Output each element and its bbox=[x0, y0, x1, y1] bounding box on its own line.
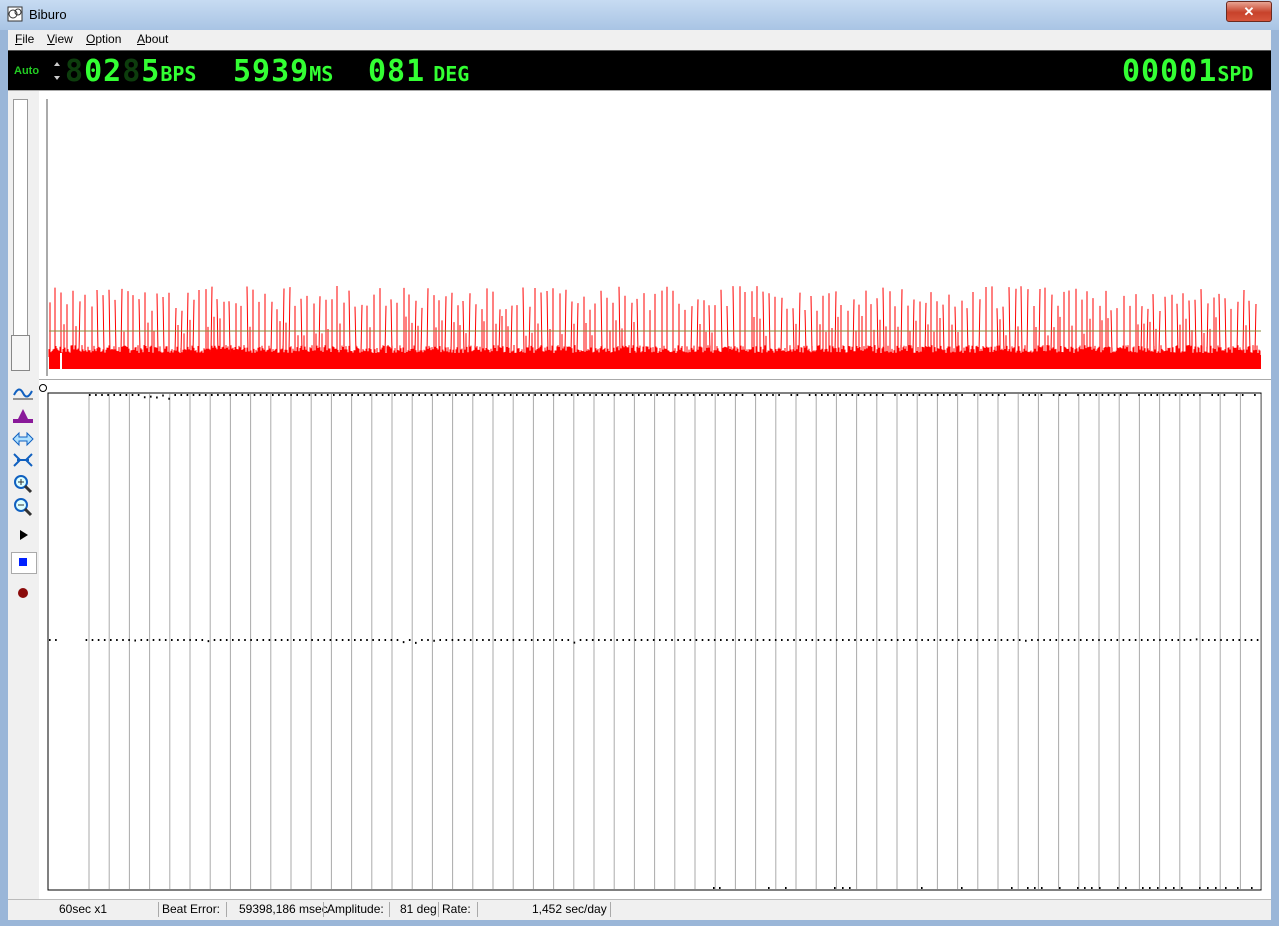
mode-spinner-icon[interactable] bbox=[53, 60, 61, 82]
lcd-display: Auto 80285BPS 5939MS 081 DEG 00001SPD bbox=[8, 50, 1271, 91]
compress-button[interactable] bbox=[11, 450, 35, 470]
play-button[interactable] bbox=[11, 525, 35, 545]
expand-button[interactable] bbox=[11, 429, 35, 449]
waveform-signal bbox=[48, 286, 1261, 357]
amplitude-label: Amplitude: bbox=[323, 902, 384, 917]
window-title: Biburo bbox=[29, 7, 67, 22]
slider-track[interactable] bbox=[13, 99, 28, 371]
beat-error-label: Beat Error: bbox=[158, 902, 220, 917]
timegrapher-pane bbox=[39, 379, 1271, 900]
zoom-in-icon bbox=[14, 475, 33, 494]
play-icon bbox=[20, 530, 28, 540]
timegrapher-plot bbox=[39, 384, 1262, 891]
threshold-icon bbox=[13, 409, 33, 423]
close-button[interactable]: ✕ bbox=[1226, 1, 1272, 22]
waveform-icon bbox=[13, 388, 33, 400]
menu-view[interactable]: View bbox=[47, 32, 73, 46]
waveform-plot bbox=[46, 99, 1261, 376]
menu-about[interactable]: About bbox=[137, 32, 168, 46]
record-button[interactable] bbox=[11, 583, 35, 603]
auto-mode-label[interactable]: Auto bbox=[14, 65, 39, 77]
rate-value: 1,452 sec/day bbox=[477, 902, 611, 917]
deg-readout: 081 DEG bbox=[368, 54, 470, 89]
ms-readout: 5939MS bbox=[233, 54, 334, 89]
threshold-button[interactable] bbox=[11, 406, 35, 426]
slider-thumb[interactable] bbox=[11, 335, 30, 371]
tool-sidebar bbox=[8, 379, 39, 899]
gain-slider[interactable] bbox=[8, 91, 39, 380]
stop-icon bbox=[19, 558, 27, 566]
menu-option[interactable]: Option bbox=[86, 32, 121, 46]
spd-readout: 00001SPD bbox=[1122, 54, 1254, 89]
rate-label: Rate: bbox=[438, 902, 471, 917]
expand-horizontal-icon bbox=[12, 431, 34, 447]
origin-marker[interactable] bbox=[39, 384, 47, 392]
title-bar: Biburo ✕ bbox=[0, 0, 1279, 30]
amplitude-value: 81 deg bbox=[389, 902, 437, 917]
zoom-out-icon bbox=[14, 498, 33, 517]
beat-error-value: 59398,186 msec bbox=[226, 902, 328, 917]
timebase-value: 60sec x1 bbox=[59, 902, 108, 916]
zoom-out-button[interactable] bbox=[11, 497, 35, 517]
menu-bar: File View Option About bbox=[8, 30, 1271, 50]
record-icon bbox=[18, 588, 28, 598]
waveform-pane bbox=[8, 90, 1271, 380]
menu-file[interactable]: File bbox=[15, 32, 34, 46]
waveform-button[interactable] bbox=[11, 383, 35, 403]
compress-icon bbox=[13, 453, 33, 467]
status-bar: 60sec x1 Beat Error: 59398,186 msec Ampl… bbox=[8, 899, 1271, 920]
zoom-in-button[interactable] bbox=[11, 474, 35, 494]
stop-button[interactable] bbox=[11, 552, 37, 574]
bps-readout: 80285BPS bbox=[65, 54, 197, 89]
waveform-baseline bbox=[49, 355, 1261, 369]
app-icon bbox=[7, 6, 23, 22]
